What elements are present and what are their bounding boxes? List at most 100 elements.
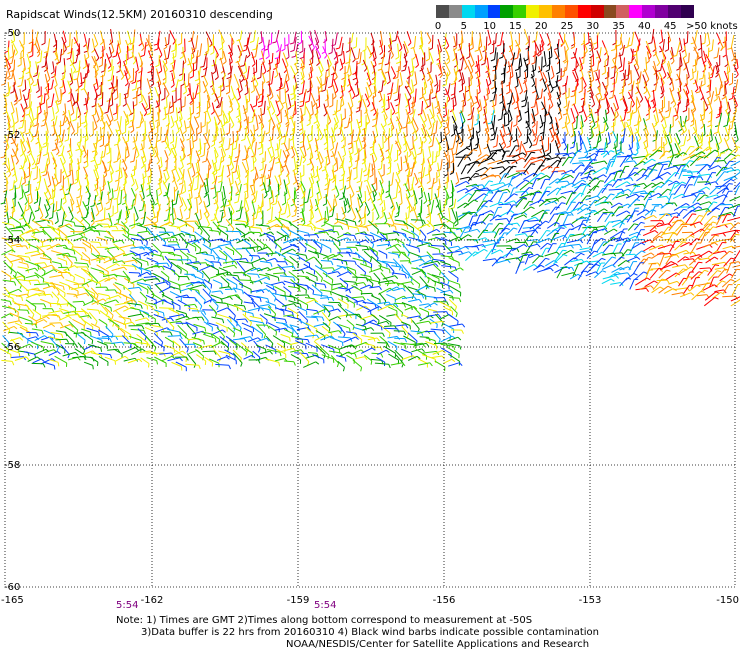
wind-barb-flag: [236, 131, 240, 132]
wind-barb: [184, 120, 186, 131]
wind-barb: [717, 48, 719, 58]
wind-barb-flag: [522, 106, 526, 107]
wind-barb: [418, 178, 424, 190]
wind-barb: [352, 33, 353, 42]
wind-barb: [710, 80, 711, 91]
wind-barb-flag: [154, 222, 158, 224]
wind-barb: [296, 206, 297, 215]
wind-barb: [660, 151, 666, 159]
wind-barb-flag: [339, 198, 343, 199]
wind-barb: [730, 155, 738, 161]
wind-barb: [240, 31, 241, 40]
wind-barb: [255, 85, 260, 97]
wind-barb-flag: [353, 168, 357, 169]
wind-barb-flag: [652, 159, 656, 161]
wind-barb-flag: [681, 185, 685, 186]
wind-barb: [76, 107, 77, 119]
wind-barb: [238, 66, 244, 79]
wind-barb-flag: [356, 191, 360, 192]
wind-barb-flag: [657, 70, 661, 71]
wind-barb: [620, 53, 622, 67]
wind-barb-flag: [204, 90, 207, 93]
wind-barb-flag: [361, 217, 365, 218]
wind-barb-flag: [164, 47, 167, 49]
wind-barb-flag: [313, 104, 316, 107]
wind-barb: [475, 194, 484, 201]
wind-barb-flag: [386, 196, 390, 198]
wind-barb: [121, 168, 123, 177]
wind-barb-flag: [705, 108, 708, 111]
wind-barb: [384, 94, 385, 105]
wind-barb-flag: [724, 161, 726, 164]
wind-barb: [270, 168, 271, 178]
wind-barb-flag: [507, 133, 511, 134]
wind-barb-flag: [723, 55, 727, 57]
wind-barb-flag: [183, 92, 186, 95]
wind-barb: [172, 200, 173, 214]
wind-barb-flag: [42, 66, 46, 67]
wind-barb: [288, 94, 291, 107]
wind-barb: [611, 203, 619, 208]
wind-barb-flag: [124, 94, 128, 95]
wind-barb-flag: [129, 57, 133, 59]
wind-barb-flag: [26, 72, 30, 73]
wind-barb: [41, 51, 42, 62]
wind-barb: [453, 135, 456, 149]
wind-barb-flag: [683, 209, 687, 210]
wind-barb: [223, 51, 226, 61]
wind-barb: [581, 186, 586, 197]
wind-barb-flag: [353, 217, 356, 220]
wind-barb: [659, 161, 669, 163]
wind-barb: [353, 143, 354, 152]
wind-barb: [214, 135, 215, 145]
wind-barb: [31, 193, 33, 202]
wind-barb-flag: [378, 169, 382, 171]
wind-barb: [172, 96, 173, 106]
wind-barb-flag: [324, 113, 327, 116]
wind-barb-flag: [81, 89, 85, 91]
wind-barb-flag: [665, 50, 669, 52]
wind-barb-flag: [325, 156, 328, 158]
wind-barb-flag: [616, 150, 620, 151]
wind-barb-flag: [251, 169, 254, 171]
wind-barb-flag: [96, 213, 99, 216]
wind-barb-flag: [611, 173, 615, 174]
wind-barb: [119, 160, 120, 171]
wind-barb-flag: [522, 158, 525, 160]
wind-barb: [206, 32, 212, 44]
wind-barb-flag: [272, 42, 276, 43]
wind-barb-flag: [159, 71, 162, 73]
wind-barb-flag: [1, 203, 5, 204]
wind-barb-flag: [121, 77, 124, 80]
wind-barb-flag: [146, 108, 149, 110]
wind-barb-flag: [31, 139, 34, 142]
wind-barb: [181, 99, 182, 111]
wind-barb: [578, 204, 585, 210]
wind-barb: [400, 51, 401, 62]
wind-barb-flag: [470, 48, 473, 50]
wind-barb-flag: [507, 146, 511, 148]
wind-barb: [215, 94, 219, 105]
wind-barb-flag: [292, 56, 296, 57]
wind-barb-flag: [288, 107, 291, 110]
wind-barb: [15, 171, 18, 181]
wind-barb-flag: [601, 99, 605, 100]
wind-barb-flag: [114, 212, 118, 214]
wind-barb: [452, 208, 457, 221]
wind-barb-flag: [83, 217, 87, 218]
wind-barb-flag: [85, 166, 88, 168]
wind-barb: [109, 143, 110, 153]
wind-barb: [296, 51, 297, 63]
wind-barb-flag: [223, 62, 226, 65]
wind-barb: [31, 154, 35, 163]
wind-barb: [644, 159, 652, 165]
wind-barb: [327, 200, 332, 210]
wind-barb: [375, 169, 376, 183]
wind-barb-flag: [340, 188, 344, 190]
wind-barb-flag: [556, 72, 560, 74]
wind-barb: [238, 88, 240, 98]
wind-barb: [196, 35, 198, 48]
wind-barb: [359, 88, 362, 100]
wind-barb-flag: [374, 113, 377, 116]
wind-barb-flag: [578, 149, 582, 151]
